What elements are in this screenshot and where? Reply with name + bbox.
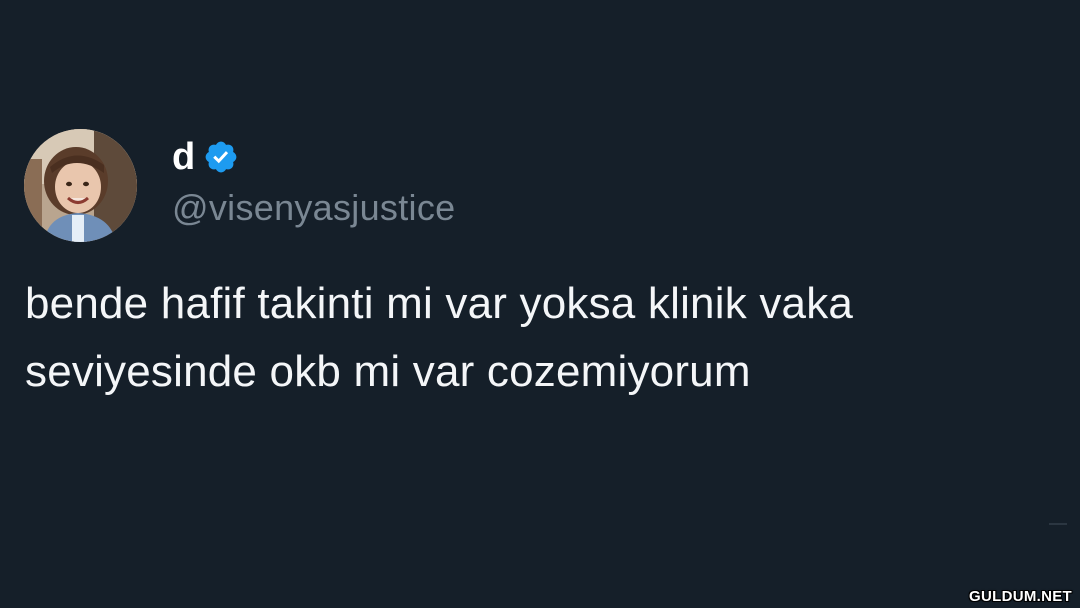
divider — [1049, 523, 1067, 525]
author-name-row: d — [172, 134, 239, 180]
verified-badge-icon — [205, 141, 237, 173]
tweet-text: bende hafif takinti mi var yoksa klinik … — [25, 270, 1055, 406]
tweet-card: d @visenyasjustice bende hafif takinti m… — [0, 0, 1080, 608]
watermark: GULDUM.NET — [969, 588, 1072, 605]
avatar[interactable] — [24, 129, 137, 242]
profile-photo-icon — [24, 129, 137, 242]
author-handle[interactable]: @visenyasjustice — [172, 186, 455, 230]
tweet-text-line: bende hafif takinti mi var yoksa klinik … — [25, 279, 854, 328]
author-display-name[interactable]: d — [172, 134, 195, 180]
tweet-text-line: seviyesinde okb mi var cozemiyorum — [25, 347, 751, 396]
